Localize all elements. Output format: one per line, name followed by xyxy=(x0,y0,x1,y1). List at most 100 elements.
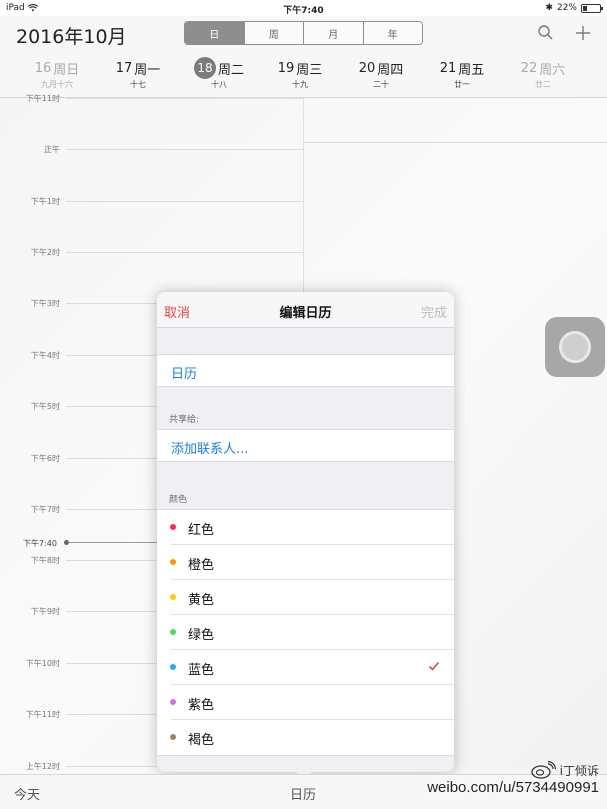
color-swatch-icon xyxy=(170,664,176,670)
day-number: 17 xyxy=(115,60,133,76)
day-column-header[interactable]: 22 周六 廿二 xyxy=(503,58,583,90)
day-number: 18 xyxy=(193,57,216,79)
today-button[interactable]: 今天 xyxy=(14,784,40,803)
share-section-header: 共享给: xyxy=(169,415,200,425)
hour-label: 下午11时 xyxy=(25,710,60,719)
color-name: 黄色 xyxy=(188,593,215,608)
color-option[interactable]: 绿色 xyxy=(157,615,454,650)
add-contact-button[interactable]: 添加联系人... xyxy=(157,429,454,462)
assistive-touch-icon xyxy=(559,331,591,363)
popover-title: 编辑日历 xyxy=(279,306,332,321)
color-option[interactable]: 红色 xyxy=(157,510,454,545)
color-name: 蓝色 xyxy=(188,663,215,678)
calendar-name-field[interactable]: 日历 xyxy=(157,354,454,387)
view-segmented-control[interactable]: 日周月年 xyxy=(184,21,423,45)
day-lunar-date: 十九 xyxy=(292,80,308,89)
view-tab-0[interactable]: 日 xyxy=(185,22,245,44)
hour-label: 下午8时 xyxy=(30,556,60,565)
hour-label: 下午10时 xyxy=(25,659,60,668)
view-tab-3[interactable]: 年 xyxy=(363,22,422,44)
day-lunar-date: 十八 xyxy=(211,80,227,89)
color-option[interactable]: 褐色 xyxy=(157,720,454,755)
color-option[interactable]: 黄色 xyxy=(157,580,454,615)
status-bar: iPad 下午7:40 ✱ 22% xyxy=(0,0,607,16)
hour-gridline xyxy=(66,201,303,202)
day-column-header[interactable]: 16 周日 九月十六 xyxy=(17,58,97,90)
color-option[interactable]: 紫色 xyxy=(157,685,454,720)
hour-label: 下午7时 xyxy=(30,505,60,514)
search-icon[interactable] xyxy=(537,24,555,42)
hour-label: 下午5时 xyxy=(30,402,60,411)
calendars-button[interactable]: 日历 xyxy=(290,784,316,803)
color-option[interactable]: 橙色 xyxy=(157,545,454,580)
hour-gridline xyxy=(66,149,303,150)
color-swatch-icon xyxy=(170,629,176,635)
add-contact-label: 添加联系人... xyxy=(171,442,249,457)
month-title[interactable]: 2016年10月 xyxy=(16,22,127,49)
week-day-strip: 16 周日 九月十六 17 周一 十七 18 周二 十八 19 周三 十九 20 周四 二十 21 周五 廿一 22… xyxy=(0,57,607,96)
hour-gridline xyxy=(66,98,303,99)
checkmark-icon xyxy=(428,661,440,671)
detail-pane-line xyxy=(304,142,607,143)
day-lunar-date: 九月十六 xyxy=(41,80,73,89)
hour-label: 正午 xyxy=(44,145,60,154)
day-column-header[interactable]: 19 周三十九 xyxy=(260,58,340,90)
day-weekday: 周四 xyxy=(377,62,404,78)
color-section-header: 颜色 xyxy=(169,495,188,505)
color-name: 褐色 xyxy=(188,733,215,748)
calendar-header: 2016年10月 日周月年 16 周日 九月十六 17 周一 十七 18 周二 十八 19 周三 十九… xyxy=(0,16,607,98)
bluetooth-icon: ✱ xyxy=(545,3,553,13)
day-weekday: 周一 xyxy=(134,62,161,78)
day-weekday: 周日 xyxy=(53,62,80,78)
hour-gridline xyxy=(66,252,303,253)
day-lunar-date: 二十 xyxy=(373,80,389,89)
color-name: 橙色 xyxy=(188,558,215,573)
day-weekday: 周三 xyxy=(296,62,323,78)
day-lunar-date: 廿二 xyxy=(535,80,551,89)
current-time-label: 下午7:40 xyxy=(23,539,57,548)
hour-label: 下午6时 xyxy=(30,454,60,463)
weibo-logo-icon xyxy=(531,761,556,779)
day-column-header[interactable]: 18 周二十八 xyxy=(179,57,259,90)
add-event-icon[interactable] xyxy=(574,24,592,42)
day-column-header[interactable]: 21 周五 廿一 xyxy=(422,58,502,90)
day-lunar-date: 廿一 xyxy=(454,80,470,89)
color-swatch-icon xyxy=(170,734,176,740)
hour-label: 下午11时 xyxy=(25,94,60,103)
assistive-touch-button[interactable] xyxy=(545,317,605,377)
day-number: 20 xyxy=(358,60,376,76)
hour-label: 下午1时 xyxy=(30,197,60,206)
day-column-header[interactable]: 20 周四二十 xyxy=(341,58,421,90)
color-option[interactable]: 蓝色 xyxy=(157,650,454,685)
popover-nav-bar: 取消 编辑日历 完成 xyxy=(157,292,454,328)
battery-icon xyxy=(581,3,603,13)
color-swatch-icon xyxy=(170,594,176,600)
hour-label: 下午2时 xyxy=(30,248,60,257)
color-swatch-icon xyxy=(170,699,176,705)
hour-label: 下午4时 xyxy=(30,351,60,360)
view-tab-1[interactable]: 周 xyxy=(244,22,304,44)
hour-label: 上午12时 xyxy=(25,762,60,771)
current-time-line xyxy=(68,542,158,543)
done-button[interactable]: 完成 xyxy=(421,302,447,321)
view-tab-2[interactable]: 月 xyxy=(304,22,364,44)
day-number: 19 xyxy=(277,60,295,76)
day-number: 22 xyxy=(520,60,538,76)
day-column-header[interactable]: 17 周一十七 xyxy=(98,58,178,90)
day-lunar-date: 十七 xyxy=(130,80,146,89)
bottom-toolbar: 今天 日历 weibo.com/u/5734490991 xyxy=(0,774,607,809)
watermark-url: weibo.com/u/5734490991 xyxy=(427,779,599,796)
color-name: 绿色 xyxy=(188,628,215,643)
color-name: 紫色 xyxy=(188,698,215,713)
battery-percent: 22% xyxy=(556,3,577,13)
day-weekday: 周五 xyxy=(458,62,485,78)
edit-calendar-popover: 取消 编辑日历 完成 日历 共享给: 添加联系人... 颜色 红色橙色黄色绿色蓝… xyxy=(157,292,454,772)
color-swatch-icon xyxy=(170,559,176,565)
color-name: 红色 xyxy=(188,523,215,538)
color-swatch-icon xyxy=(170,524,176,530)
calendar-name-value: 日历 xyxy=(171,367,198,382)
hour-label: 下午9时 xyxy=(30,607,60,616)
color-list: 红色橙色黄色绿色蓝色紫色褐色 xyxy=(157,509,454,756)
watermark-handle: i丁倾诉 xyxy=(530,761,599,779)
day-weekday: 周二 xyxy=(217,62,244,78)
